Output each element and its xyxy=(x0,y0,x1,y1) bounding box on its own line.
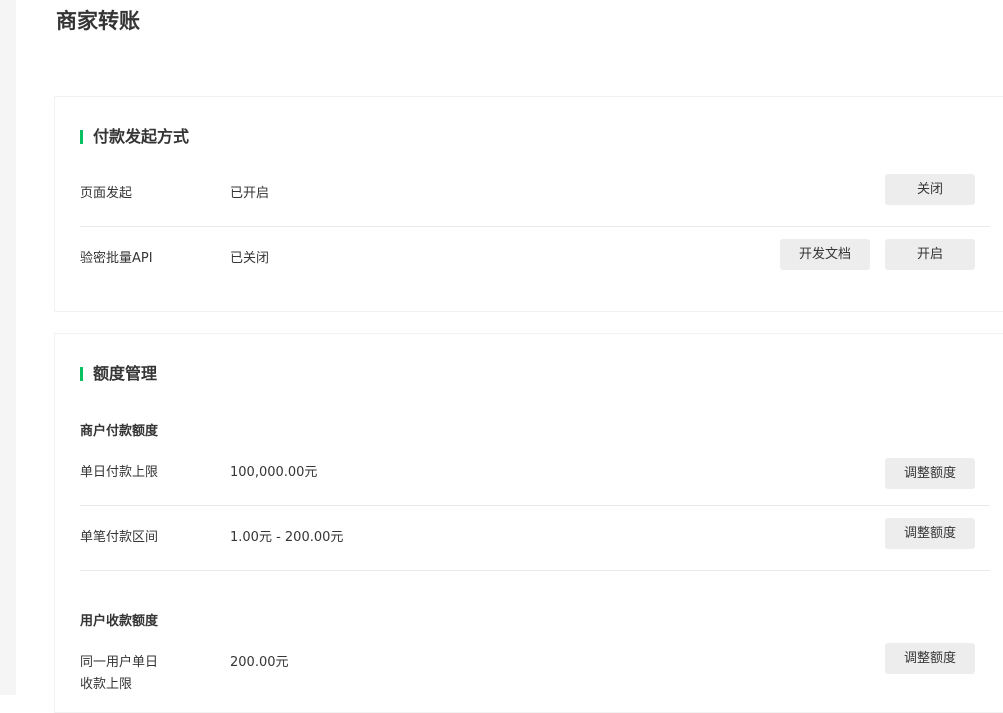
section-divider xyxy=(80,570,990,571)
row-divider xyxy=(80,226,990,227)
page-initiate-close-button[interactable]: 关闭 xyxy=(885,174,975,205)
adjust-user-limit-button[interactable]: 调整额度 xyxy=(885,643,975,674)
page-initiate-label: 页面发起 xyxy=(80,186,133,201)
batch-api-status: 已关闭 xyxy=(230,251,270,266)
row-divider xyxy=(80,505,990,506)
payment-method-title: 付款发起方式 xyxy=(80,126,189,148)
adjust-single-range-button[interactable]: 调整额度 xyxy=(885,518,975,549)
adjust-daily-limit-button[interactable]: 调整额度 xyxy=(885,458,975,489)
user-quota-title: 用户收款额度 xyxy=(80,614,159,629)
single-range-value: 1.00元 - 200.00元 xyxy=(230,530,344,545)
sidebar-edge xyxy=(0,0,16,695)
single-range-label: 单笔付款区间 xyxy=(80,530,159,545)
merchant-quota-title: 商户付款额度 xyxy=(80,424,159,439)
batch-api-open-button[interactable]: 开启 xyxy=(885,239,975,270)
page-title: 商家转账 xyxy=(56,9,140,33)
user-daily-limit-label-line2: 收款上限 xyxy=(80,677,133,692)
batch-api-label: 验密批量API xyxy=(80,251,153,266)
payment-method-card: 付款发起方式 页面发起 已开启 关闭 验密批量API 已关闭 开发文档 开启 xyxy=(54,96,1003,312)
dev-docs-button[interactable]: 开发文档 xyxy=(780,239,870,270)
daily-limit-label: 单日付款上限 xyxy=(80,465,159,480)
user-daily-limit-label: 同一用户单日 收款上限 xyxy=(80,652,158,696)
user-daily-limit-label-line1: 同一用户单日 xyxy=(80,655,159,670)
daily-limit-value: 100,000.00元 xyxy=(230,465,318,480)
user-daily-limit-value: 200.00元 xyxy=(230,655,289,670)
page-initiate-status: 已开启 xyxy=(230,186,270,201)
quota-management-title: 额度管理 xyxy=(80,363,157,385)
quota-management-card: 额度管理 商户付款额度 单日付款上限 100,000.00元 调整额度 单笔付款… xyxy=(54,333,1003,713)
